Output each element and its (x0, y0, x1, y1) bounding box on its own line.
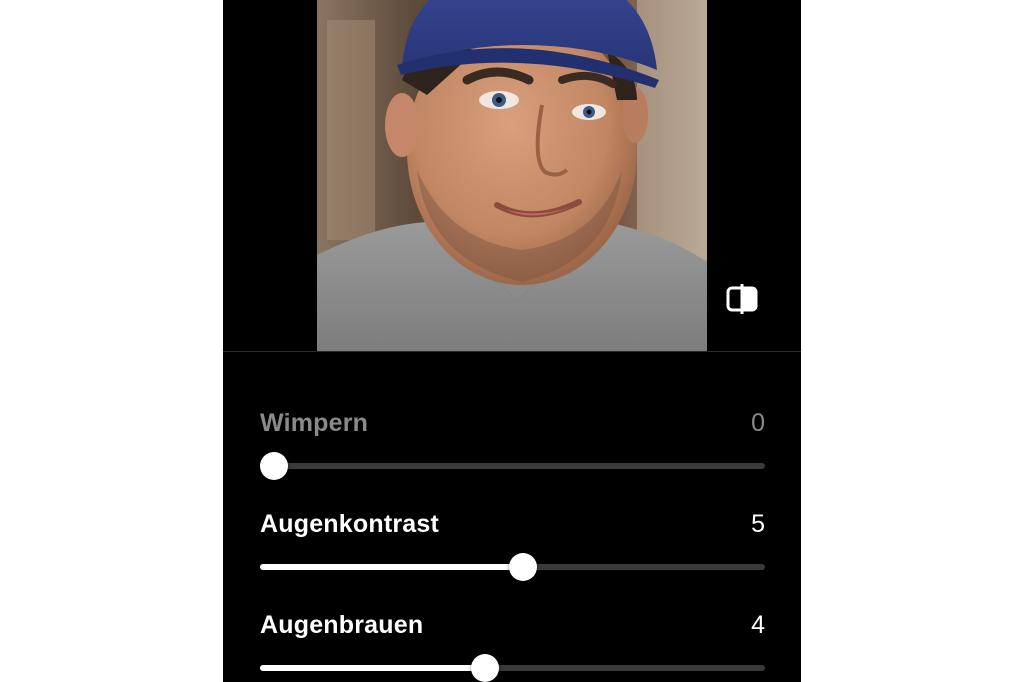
slider-value: 4 (751, 611, 765, 639)
slider-augenkontrast: Augenkontrast 5 (260, 510, 765, 590)
editor-screen: Wimpern 0 Augenkontrast 5 Augenbrauen 4 (223, 0, 801, 682)
photo-area (223, 0, 801, 351)
slider-label: Augenkontrast (260, 510, 440, 538)
portrait-photo (317, 0, 707, 351)
slider-track[interactable] (260, 654, 765, 682)
slider-value: 0 (751, 409, 765, 437)
slider-thumb[interactable] (470, 654, 499, 682)
slider-label: Augenbrauen (260, 611, 424, 639)
slider-track[interactable] (260, 553, 765, 581)
slider-value: 5 (751, 510, 765, 538)
slider-fill (260, 564, 523, 570)
slider-wimpern: Wimpern 0 (260, 409, 765, 489)
slider-fill (260, 665, 485, 671)
compare-button[interactable] (725, 282, 759, 316)
slider-thumb[interactable] (508, 553, 537, 581)
slider-thumb[interactable] (260, 452, 288, 480)
slider-panel: Wimpern 0 Augenkontrast 5 Augenbrauen 4 (223, 352, 801, 682)
slider-label: Wimpern (260, 409, 369, 437)
compare-icon (726, 284, 758, 314)
slider-augenbrauen: Augenbrauen 4 (260, 611, 765, 682)
slider-track[interactable] (260, 452, 765, 480)
